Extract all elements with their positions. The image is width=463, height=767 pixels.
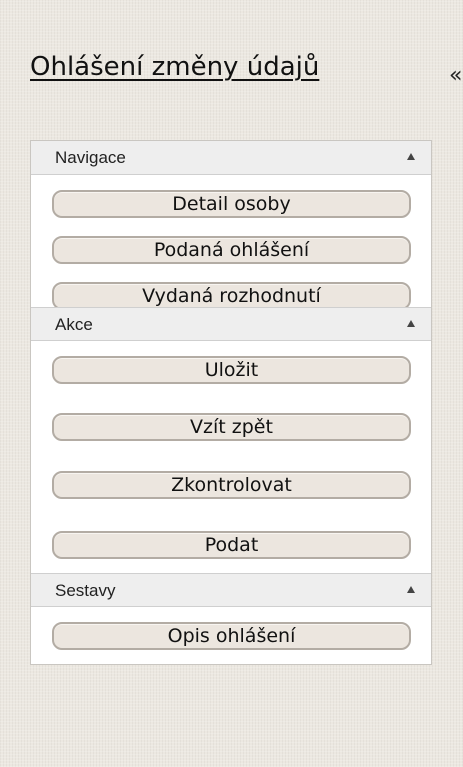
zkontrolovat-button[interactable]: Zkontrolovat xyxy=(52,471,411,499)
ulozit-button[interactable]: Uložit xyxy=(52,356,411,384)
section-header-akce[interactable]: Akce xyxy=(31,307,431,341)
podana-ohlaseni-button[interactable]: Podaná ohlášení xyxy=(52,236,411,264)
section-body-sestavy: Opis ohlášení xyxy=(31,607,431,664)
page-title-overflow: « xyxy=(449,63,463,88)
detail-osoby-button[interactable]: Detail osoby xyxy=(52,190,411,218)
vydana-rozhodnuti-button[interactable]: Vydaná rozhodnutí xyxy=(52,282,411,310)
opis-ohlaseni-button[interactable]: Opis ohlášení xyxy=(52,622,411,650)
section-header-sestavy[interactable]: Sestavy xyxy=(31,573,431,607)
section-header-navigace[interactable]: Navigace xyxy=(31,141,431,175)
section-title-navigace: Navigace xyxy=(55,148,126,167)
section-title-sestavy: Sestavy xyxy=(55,581,116,600)
side-panel: Navigace Detail osoby Podaná ohlášení Vy… xyxy=(30,140,432,665)
vzit-zpet-button[interactable]: Vzít zpět xyxy=(52,413,411,441)
page-title[interactable]: Ohlášení změny údajů xyxy=(30,52,319,82)
section-body-navigace: Detail osoby Podaná ohlášení Vydaná rozh… xyxy=(31,175,431,310)
section-title-akce: Akce xyxy=(55,315,93,334)
triangle-up-icon[interactable] xyxy=(407,153,415,160)
triangle-up-icon[interactable] xyxy=(407,320,415,327)
section-body-akce: Uložit Vzít zpět Zkontrolovat Podat xyxy=(31,341,431,573)
triangle-up-icon[interactable] xyxy=(407,586,415,593)
podat-button[interactable]: Podat xyxy=(52,531,411,559)
